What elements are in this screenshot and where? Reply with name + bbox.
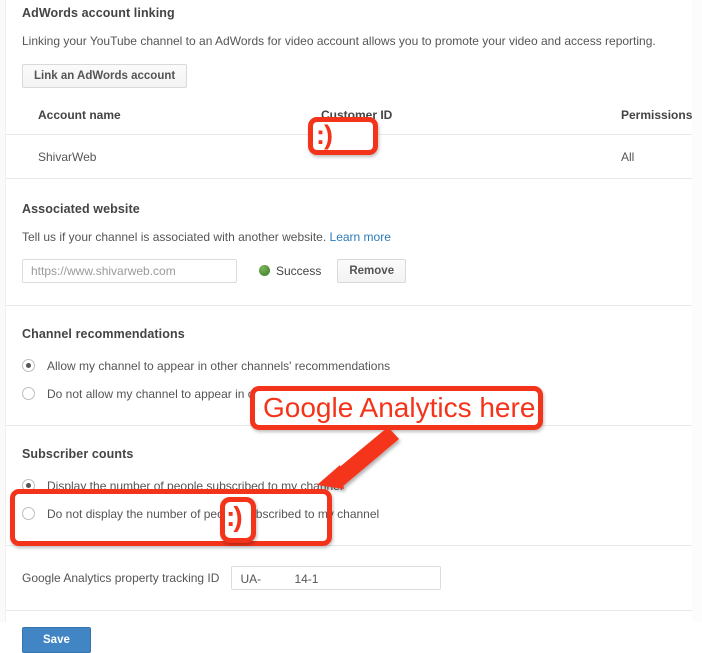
- channel-recommendations-title: Channel recommendations: [22, 326, 185, 341]
- website-status-label: Success: [276, 263, 322, 278]
- column-header-account-name: Account name: [38, 107, 121, 122]
- adwords-table-body: ShivarWeb All: [6, 135, 692, 178]
- radio-row-display-subscribers[interactable]: Display the number of people subscribed …: [22, 475, 676, 497]
- page-right-gutter: [692, 0, 702, 622]
- radio-label-allow-recommendations[interactable]: Allow my channel to appear in other chan…: [47, 359, 390, 373]
- radio-disallow-recommendations[interactable]: [22, 387, 35, 401]
- associated-website-description-text: Tell us if your channel is associated wi…: [22, 229, 327, 244]
- column-header-customer-id: Customer ID: [321, 107, 393, 122]
- radio-label-display-subscribers[interactable]: Display the number of people subscribed …: [47, 479, 343, 493]
- settings-page: AdWords account linking Linking your You…: [0, 0, 702, 653]
- associated-website-title: Associated website: [22, 201, 140, 216]
- link-adwords-account-button[interactable]: Link an AdWords account: [22, 63, 188, 88]
- radio-label-disallow-recommendations[interactable]: Do not allow my channel to appear in oth…: [47, 387, 428, 401]
- google-analytics-input[interactable]: [231, 565, 442, 590]
- adwords-section-title: AdWords account linking: [22, 6, 175, 20]
- section-adwords-account-linking: AdWords account linking Linking your You…: [6, 0, 692, 132]
- google-analytics-label: Google Analytics property tracking ID: [22, 570, 220, 585]
- settings-content: AdWords account linking Linking your You…: [6, 0, 692, 653]
- associated-website-controls: Success Remove: [22, 258, 676, 283]
- radio-row-hide-subscribers[interactable]: Do not display the number of people subs…: [22, 503, 676, 525]
- cell-permissions: All: [621, 149, 635, 164]
- remove-website-button[interactable]: Remove: [337, 258, 407, 283]
- section-google-analytics: Google Analytics property tracking ID UA…: [6, 546, 692, 610]
- section-channel-recommendations: Channel recommendations Allow my channel…: [6, 306, 692, 425]
- google-analytics-row: Google Analytics property tracking ID UA…: [22, 565, 676, 590]
- section-associated-website: Associated website Tell us if your chann…: [6, 179, 692, 305]
- radio-display-subscribers[interactable]: [22, 479, 35, 493]
- radio-allow-recommendations[interactable]: [22, 359, 35, 373]
- ga-value-suffix: 14-1: [294, 571, 319, 586]
- channel-recommendations-options: Allow my channel to appear in other chan…: [22, 355, 676, 405]
- google-analytics-input-wrap: UA- 14-1: [231, 565, 442, 590]
- column-header-permissions: Permissions: [621, 107, 693, 122]
- adwords-description: Linking your YouTube channel to an AdWor…: [22, 34, 656, 48]
- success-dot-icon: [259, 265, 270, 277]
- save-button[interactable]: Save: [22, 626, 91, 653]
- table-row: ShivarWeb All: [22, 135, 676, 178]
- ga-value-prefix: UA-: [240, 571, 262, 586]
- radio-row-allow-recommendations[interactable]: Allow my channel to appear in other chan…: [22, 355, 676, 377]
- subscriber-counts-options: Display the number of people subscribed …: [22, 475, 676, 525]
- section-subscriber-counts: Subscriber counts Display the number of …: [6, 426, 692, 545]
- website-status: Success: [259, 264, 321, 278]
- radio-hide-subscribers[interactable]: [22, 507, 35, 521]
- radio-row-disallow-recommendations[interactable]: Do not allow my channel to appear in oth…: [22, 383, 676, 405]
- cell-account-name: ShivarWeb: [38, 149, 97, 164]
- subscriber-counts-title: Subscriber counts: [22, 446, 134, 461]
- section-footer: Save: [6, 611, 692, 653]
- adwords-table-header: Account name Customer ID Permissions: [22, 107, 692, 132]
- associated-website-description: Tell us if your channel is associated wi…: [22, 229, 676, 246]
- radio-label-hide-subscribers[interactable]: Do not display the number of people subs…: [47, 507, 379, 521]
- associated-website-input[interactable]: [22, 258, 237, 283]
- learn-more-link[interactable]: Learn more: [330, 230, 391, 244]
